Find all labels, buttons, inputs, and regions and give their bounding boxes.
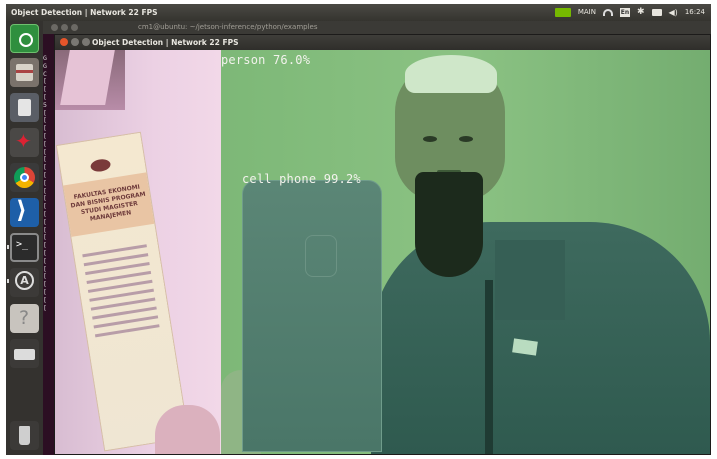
terminal-titlebar[interactable]: cm1@ubuntu: ~/jetson-inference/python/ex… xyxy=(43,21,711,34)
system-tray: MAIN En ✱ ◀) 16:24 xyxy=(554,4,705,21)
window-titlebar[interactable]: Object Detection | Network 22 FPS xyxy=(55,35,710,50)
cell-phone-detection-overlay xyxy=(242,180,382,452)
trash-bin-icon[interactable] xyxy=(10,421,39,450)
launcher xyxy=(6,21,44,455)
hand xyxy=(155,405,220,454)
person-cap xyxy=(405,55,497,93)
volume-icon[interactable]: ◀) xyxy=(669,4,678,21)
software-updater-icon[interactable] xyxy=(10,268,39,297)
detection-label-cell-phone: cell phone 99.2% xyxy=(242,172,361,186)
phone-camera xyxy=(305,235,337,277)
chromium-browser-icon[interactable] xyxy=(10,163,39,192)
minimize-icon[interactable] xyxy=(61,24,68,31)
close-icon[interactable] xyxy=(51,24,58,31)
clock[interactable]: 16:24 xyxy=(685,4,705,21)
terminal-title: cm1@ubuntu: ~/jetson-inference/python/ex… xyxy=(138,23,318,31)
removable-drive-icon[interactable] xyxy=(10,339,39,368)
user-label[interactable]: MAIN xyxy=(578,4,596,21)
vscode-icon[interactable] xyxy=(10,196,39,227)
mail-icon[interactable] xyxy=(651,9,662,16)
file-cabinet-icon[interactable] xyxy=(10,58,39,87)
window-title: Object Detection | Network 22 FPS xyxy=(92,38,239,47)
running-indicator xyxy=(7,279,9,283)
nvidia-icon[interactable] xyxy=(554,8,571,17)
minimize-icon[interactable] xyxy=(71,38,79,46)
keyboard-layout-indicator[interactable]: En xyxy=(619,8,630,17)
ubuntu-logo-icon[interactable] xyxy=(10,24,39,53)
poster-logo xyxy=(89,157,112,173)
trash-can-icon[interactable] xyxy=(10,93,39,122)
person-beard xyxy=(415,172,483,277)
bluetooth-icon[interactable]: ✱ xyxy=(637,4,645,21)
active-window-title: Object Detection | Network 22 FPS xyxy=(11,8,158,17)
camera-view: FAKULTAS EKONOMI DAN BISNIS PROGRAM STUD… xyxy=(55,50,710,454)
terminal-icon[interactable] xyxy=(10,233,39,262)
help-icon[interactable] xyxy=(10,304,39,333)
close-icon[interactable] xyxy=(60,38,68,46)
settings-tools-icon[interactable] xyxy=(10,128,39,157)
top-menu-bar: Object Detection | Network 22 FPS MAIN E… xyxy=(6,4,711,21)
picture-frame xyxy=(55,50,125,110)
detection-label-person: person 76.0% xyxy=(221,53,311,67)
maximize-icon[interactable] xyxy=(71,24,78,31)
maximize-icon[interactable] xyxy=(82,38,90,46)
wifi-icon[interactable] xyxy=(602,9,613,16)
object-detection-window[interactable]: Object Detection | Network 22 FPS FAKULT… xyxy=(54,34,711,455)
running-indicator xyxy=(7,245,9,249)
